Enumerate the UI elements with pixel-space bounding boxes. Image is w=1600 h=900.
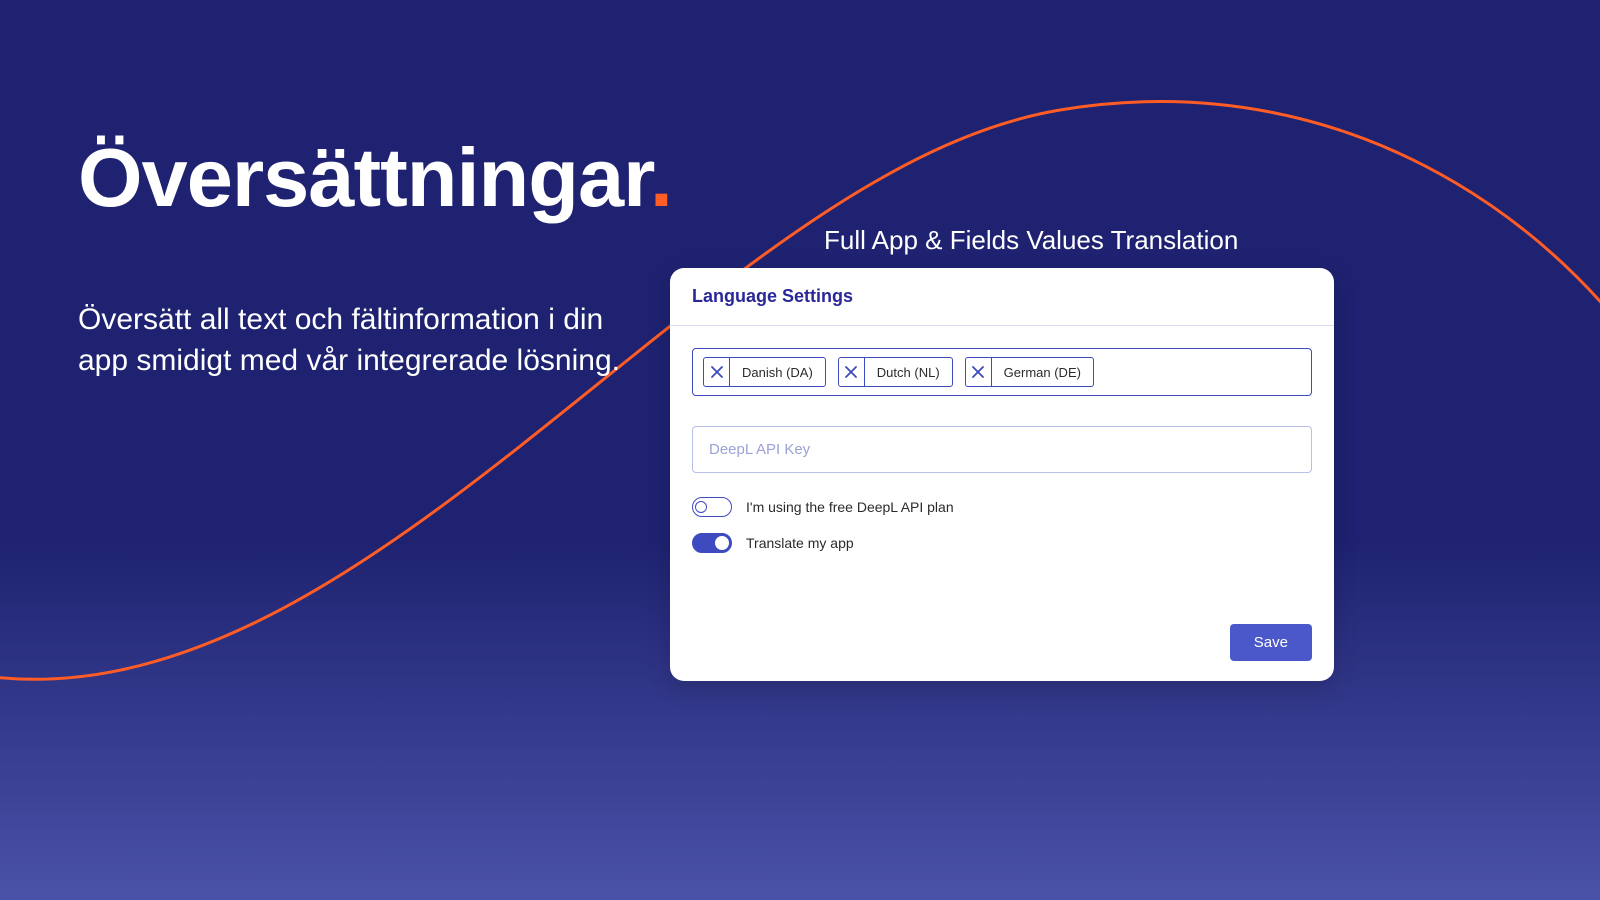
language-chip-danish: Danish (DA) [703,357,826,387]
language-multiselect[interactable]: Danish (DA) Dutch (NL) German (DE) [692,348,1312,396]
language-chip-label: Dutch (NL) [865,358,952,386]
panel-caption: Full App & Fields Values Translation [824,225,1238,256]
translate-app-toggle-label: Translate my app [746,535,854,551]
remove-language-icon[interactable] [966,358,992,386]
free-plan-toggle-label: I'm using the free DeepL API plan [746,499,954,515]
hero-subtitle: Översätt all text och fältinformation i … [78,300,638,381]
panel-footer: Save [1230,624,1312,661]
panel-header: Language Settings [670,268,1334,326]
accent-dot: . [650,131,672,224]
free-plan-toggle[interactable] [692,497,732,517]
panel-body: Danish (DA) Dutch (NL) German (DE) I'm u… [670,326,1334,575]
toggle-row-free-plan: I'm using the free DeepL API plan [692,497,1312,517]
remove-language-icon[interactable] [704,358,730,386]
remove-language-icon[interactable] [839,358,865,386]
language-chip-german: German (DE) [965,357,1094,387]
toggle-row-translate-app: Translate my app [692,533,1312,553]
panel-title: Language Settings [692,286,1312,307]
hero-title: Översättningar. [78,130,672,226]
translate-app-toggle[interactable] [692,533,732,553]
language-chip-label: Danish (DA) [730,358,825,386]
language-chip-label: German (DE) [992,358,1093,386]
deepl-api-key-input[interactable] [692,426,1312,473]
language-chip-dutch: Dutch (NL) [838,357,953,387]
language-settings-panel: Language Settings Danish (DA) Dutch (NL) [670,268,1334,681]
save-button[interactable]: Save [1230,624,1312,661]
